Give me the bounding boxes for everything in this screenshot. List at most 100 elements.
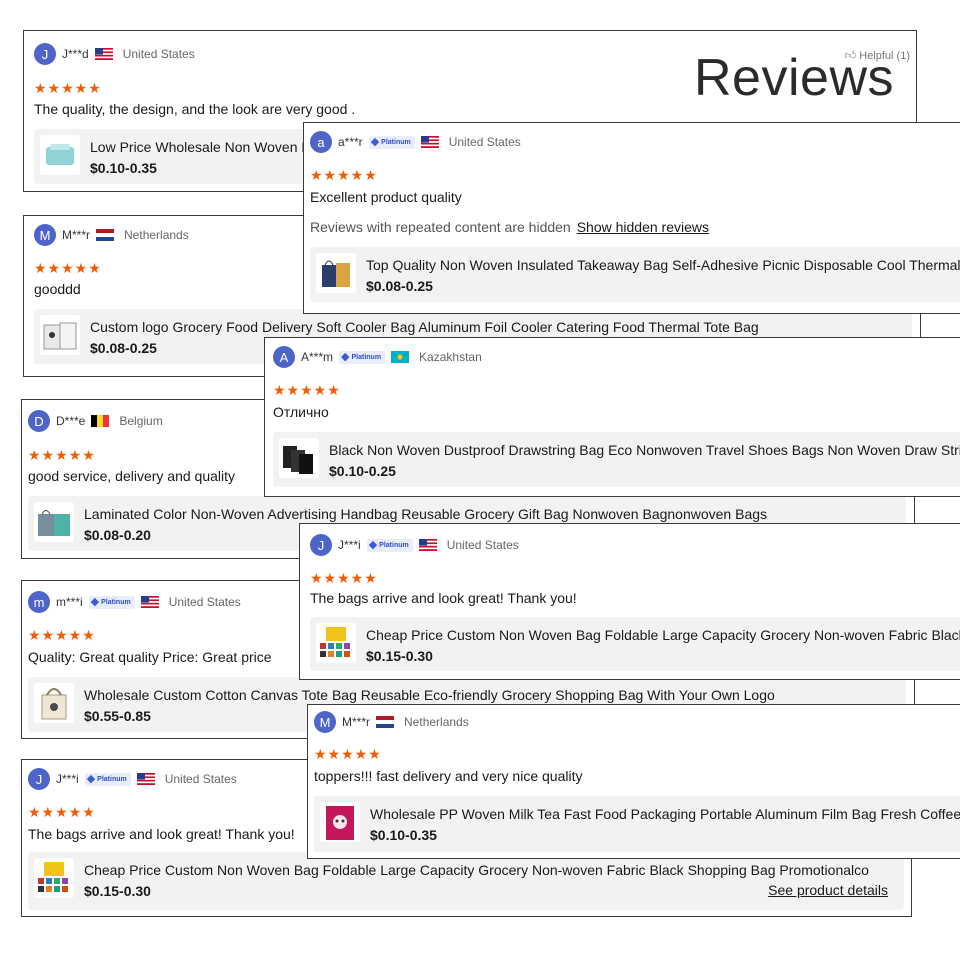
show-hidden-reviews-link[interactable]: Show hidden reviews: [577, 219, 709, 235]
us-flag-icon: [420, 136, 439, 148]
star-rating: ★★★★★: [273, 382, 341, 398]
product-name: Low Price Wholesale Non Woven Bag: [90, 139, 327, 155]
avatar: A: [273, 346, 295, 368]
review-text: Отлично: [273, 404, 329, 420]
us-flag-icon: [418, 539, 437, 551]
review-card: A A***m ◆ Platinum Kazakhstan ★★★★★ Отлич…: [264, 337, 960, 497]
review-card: J J***i ◆ Platinum United States ★★★★★ Th…: [299, 523, 960, 680]
product-price: $0.55-0.85: [84, 708, 151, 724]
product-name: Custom logo Grocery Food Delivery Soft C…: [90, 319, 759, 335]
reviewer-country: Kazakhstan: [419, 350, 482, 364]
review-text: gooddd: [34, 281, 81, 297]
see-product-details-link[interactable]: See product details: [768, 882, 888, 898]
star-rating: ★★★★★: [28, 447, 96, 463]
review-card: M M***r Netherlands ★★★★★ toppers!!! fas…: [307, 704, 960, 859]
avatar: M: [34, 224, 56, 246]
reviewer-country: United States: [168, 595, 241, 609]
platinum-badge: ◆ Platinum: [368, 135, 415, 149]
netherlands-flag-icon: [376, 716, 395, 728]
reviewer-country: United States: [122, 47, 195, 61]
reviewer-country: Belgium: [119, 414, 163, 428]
star-rating: ★★★★★: [34, 80, 102, 96]
platinum-badge: ◆ Platinum: [88, 595, 135, 609]
star-rating: ★★★★★: [314, 746, 382, 762]
reviewer-country: United States: [448, 135, 521, 149]
platinum-badge: ◆ Platinum: [366, 538, 413, 552]
star-rating: ★★★★★: [34, 260, 102, 276]
us-flag-icon: [140, 596, 159, 608]
product-price: $0.10-0.25: [329, 463, 396, 479]
avatar: a: [310, 131, 332, 153]
star-rating: ★★★★★: [310, 570, 378, 586]
product-link[interactable]: Cheap Price Custom Non Woven Bag Foldabl…: [310, 617, 960, 671]
avatar: M: [314, 711, 336, 733]
review-text: The bags arrive and look great! Thank yo…: [310, 590, 577, 606]
reviewer-name: J***i: [56, 772, 79, 786]
reviewer-country: Netherlands: [124, 228, 189, 242]
product-name: Wholesale PP Woven Milk Tea Fast Food Pa…: [370, 806, 960, 822]
product-thumbnail: [34, 502, 74, 542]
review-text: toppers!!! fast delivery and very nice q…: [314, 768, 583, 784]
reviewer-name: a***r: [338, 135, 363, 149]
product-link[interactable]: Cheap Price Custom Non Woven Bag Foldabl…: [28, 852, 904, 910]
reviewer-name: m***i: [56, 595, 83, 609]
star-rating: ★★★★★: [28, 804, 96, 820]
diamond-icon: ◆: [86, 772, 96, 785]
belgium-flag-icon: [91, 415, 110, 427]
product-price: $0.10-0.35: [370, 827, 437, 843]
avatar: J: [34, 43, 56, 65]
reviewer-name: M***r: [62, 228, 91, 242]
product-link[interactable]: Black Non Woven Dustproof Drawstring Bag…: [273, 432, 960, 487]
product-price: $0.08-0.25: [90, 340, 157, 356]
product-price: $0.08-0.20: [84, 527, 151, 543]
us-flag-icon: [94, 48, 113, 60]
product-price: $0.08-0.25: [366, 278, 433, 294]
page-title: Reviews: [694, 49, 894, 107]
product-name: Cheap Price Custom Non Woven Bag Foldabl…: [84, 862, 869, 878]
reviewer-name: J***d: [62, 47, 89, 61]
review-card: a a***r ◆ Platinum United States ★★★★★ Ex…: [303, 122, 960, 314]
us-flag-icon: [136, 773, 155, 785]
platinum-badge: ◆ Platinum: [339, 350, 386, 364]
diamond-icon: ◆: [90, 595, 100, 608]
platinum-badge: ◆ Platinum: [84, 772, 131, 786]
reviewer-country: United States: [446, 538, 519, 552]
reviewer-country: Netherlands: [404, 715, 469, 729]
star-rating: ★★★★★: [28, 627, 96, 643]
star-rating: ★★★★★: [310, 167, 378, 183]
product-name: Cheap Price Custom Non Woven Bag Foldabl…: [366, 627, 960, 643]
reviewer-country: United States: [164, 772, 237, 786]
diamond-icon: ◆: [370, 135, 380, 148]
product-name: Black Non Woven Dustproof Drawstring Bag…: [329, 442, 960, 458]
product-price: $0.15-0.30: [366, 648, 433, 664]
product-price: $0.15-0.30: [84, 883, 151, 899]
product-link[interactable]: Wholesale PP Woven Milk Tea Fast Food Pa…: [314, 796, 960, 852]
product-thumbnail: [34, 858, 74, 898]
kazakhstan-flag-icon: [391, 351, 410, 363]
product-thumbnail: [40, 315, 80, 355]
reviewer-name: M***r: [342, 715, 371, 729]
reviewer-name: D***e: [56, 414, 86, 428]
product-name: Top Quality Non Woven Insulated Takeaway…: [366, 257, 960, 273]
diamond-icon: ◆: [368, 538, 378, 551]
avatar: D: [28, 410, 50, 432]
product-name: Wholesale Custom Cotton Canvas Tote Bag …: [84, 687, 775, 703]
product-link[interactable]: Low Price Wholesale Non Woven Bag $0.10-…: [34, 129, 334, 184]
netherlands-flag-icon: [96, 229, 115, 241]
product-thumbnail: [316, 253, 356, 293]
diamond-icon: ◆: [341, 350, 350, 363]
review-text: Excellent product quality: [310, 189, 462, 205]
product-thumbnail: [279, 438, 319, 478]
product-link[interactable]: Top Quality Non Woven Insulated Takeaway…: [310, 247, 960, 302]
review-text: The quality, the design, and the look ar…: [34, 101, 356, 117]
reviewer-name: J***i: [338, 538, 361, 552]
hidden-reviews-note: Reviews with repeated content are hidden…: [310, 219, 710, 235]
avatar: J: [28, 768, 50, 790]
product-price: $0.10-0.35: [90, 160, 157, 176]
avatar: J: [310, 534, 332, 556]
avatar: m: [28, 591, 50, 613]
product-thumbnail: [320, 802, 360, 842]
review-text: Quality: Great quality Price: Great pric…: [28, 649, 272, 665]
product-name: Laminated Color Non-Woven Advertising Ha…: [84, 506, 768, 522]
review-text: The bags arrive and look great! Thank yo…: [28, 826, 295, 842]
